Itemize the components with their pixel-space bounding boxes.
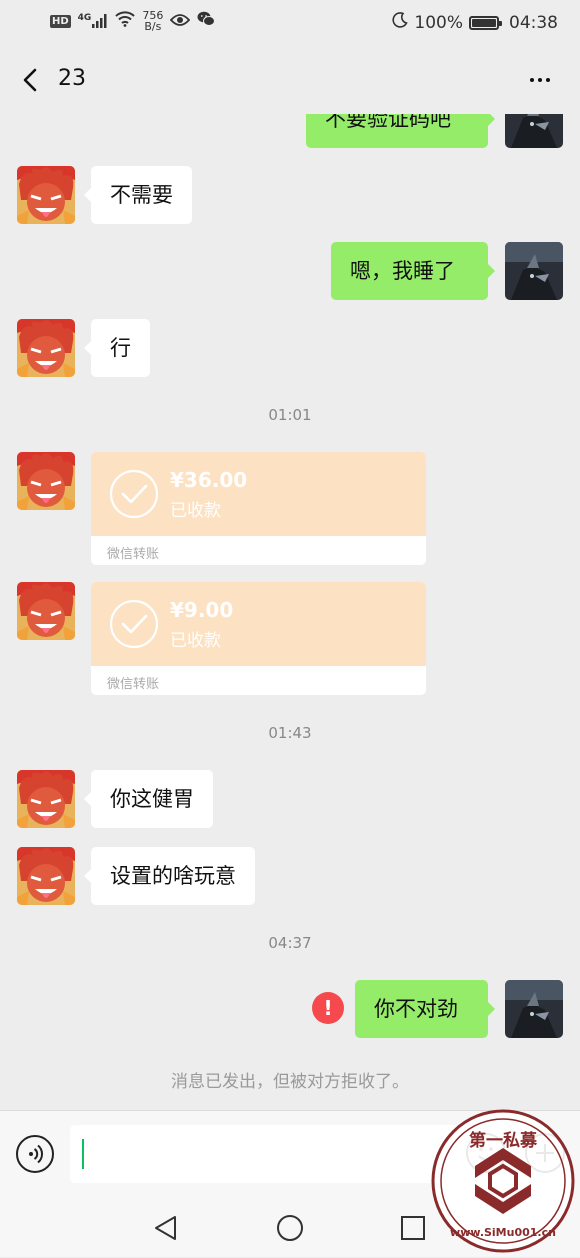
timestamp: 01:01	[268, 406, 312, 424]
triangle-back-icon	[155, 1216, 176, 1240]
signal-icon: 4G	[78, 14, 109, 28]
battery-level	[472, 18, 496, 27]
timestamp: 01:43	[268, 724, 312, 742]
moon-icon	[392, 12, 409, 33]
transfer-card-body: ¥9.00 已收款	[91, 582, 426, 666]
avatar-self[interactable]	[505, 242, 563, 300]
message-text: 不要验证码吧	[325, 114, 451, 131]
nav-home-button[interactable]	[272, 1210, 308, 1246]
avatar-contact[interactable]	[17, 452, 75, 510]
more-dot	[530, 78, 534, 82]
message-bubble-self[interactable]: 嗯，我睡了	[331, 242, 495, 300]
watermark-top-text: 第一私募	[469, 1130, 538, 1151]
transfer-status: 已收款	[170, 631, 221, 651]
message-text: 设置的啥玩意	[110, 864, 236, 888]
timestamp: 04:37	[268, 934, 312, 952]
status-bar: HD 4G 756 B/s 100% 04:38	[0, 0, 580, 46]
network-type: 4G	[77, 13, 92, 23]
seal-logo-icon: 第一私募 www.SiMu001.cn	[431, 1109, 575, 1253]
message-bubble-self[interactable]: 你不对劲	[355, 980, 495, 1038]
battery-icon	[469, 15, 502, 30]
system-message: 消息已发出，但被对方拒收了。	[171, 1072, 409, 1092]
transfer-card-body: ¥36.00 已收款	[91, 452, 426, 536]
message-bubble-contact[interactable]: 设置的啥玩意	[84, 847, 255, 905]
eye-icon	[170, 12, 191, 31]
message-text: 你不对劲	[374, 997, 458, 1021]
hd-badge: HD	[50, 14, 71, 28]
watermark-bottom-text: www.SiMu001.cn	[450, 1226, 556, 1239]
message-text: 你这健胃	[110, 787, 194, 811]
speed-unit: B/s	[144, 20, 162, 33]
message-bubble-self[interactable]: 不要验证码吧	[306, 114, 495, 148]
voice-icon	[29, 1144, 44, 1164]
chat-header: 23	[0, 46, 580, 114]
transfer-label: 微信转账	[107, 677, 160, 692]
network-speed: 756 B/s	[142, 10, 163, 32]
message-text: 不需要	[110, 183, 173, 207]
transfer-label: 微信转账	[107, 547, 160, 562]
avatar-self[interactable]	[505, 980, 563, 1038]
send-failed-icon[interactable]: !	[312, 992, 344, 1024]
message-list[interactable]: 不要验证码吧 不需要 嗯，我睡了 行 01:01 ¥36.00 已收款 微信转账…	[0, 114, 580, 1110]
check-circle-icon	[109, 469, 159, 519]
wifi-icon	[115, 11, 136, 31]
transfer-card[interactable]: ¥36.00 已收款 微信转账	[91, 452, 426, 565]
transfer-status: 已收款	[170, 501, 221, 521]
avatar-contact[interactable]	[17, 582, 75, 640]
circle-home-icon	[277, 1215, 303, 1241]
wechat-icon	[197, 11, 216, 31]
message-text: 行	[110, 336, 131, 360]
avatar-self[interactable]	[505, 114, 563, 148]
avatar-contact[interactable]	[17, 166, 75, 224]
message-bubble-contact[interactable]: 你这健胃	[84, 770, 213, 828]
transfer-amount: ¥36.00	[170, 468, 248, 492]
nav-recents-button[interactable]	[395, 1210, 431, 1246]
avatar-contact[interactable]	[17, 319, 75, 377]
nav-back-button[interactable]	[148, 1210, 184, 1246]
more-dot	[538, 78, 542, 82]
chevron-left-icon	[23, 68, 37, 92]
transfer-card[interactable]: ¥9.00 已收款 微信转账	[91, 582, 426, 695]
message-bubble-contact[interactable]: 不需要	[84, 166, 192, 224]
avatar-contact[interactable]	[17, 847, 75, 905]
avatar-contact[interactable]	[17, 770, 75, 828]
more-dot	[546, 78, 550, 82]
check-circle-icon	[109, 599, 159, 649]
voice-input-button[interactable]	[16, 1135, 54, 1173]
back-button[interactable]	[14, 62, 50, 98]
chat-title: 23	[58, 66, 86, 91]
battery-percent: 100%	[414, 12, 463, 33]
watermark-seal: 第一私募 www.SiMu001.cn	[430, 1108, 576, 1254]
clock: 04:38	[509, 12, 558, 33]
text-caret	[82, 1139, 84, 1169]
transfer-amount: ¥9.00	[170, 598, 234, 622]
message-bubble-contact[interactable]: 行	[84, 319, 150, 377]
message-text: 嗯，我睡了	[350, 259, 455, 283]
square-recents-icon	[401, 1216, 425, 1240]
more-options-button[interactable]	[520, 66, 560, 94]
